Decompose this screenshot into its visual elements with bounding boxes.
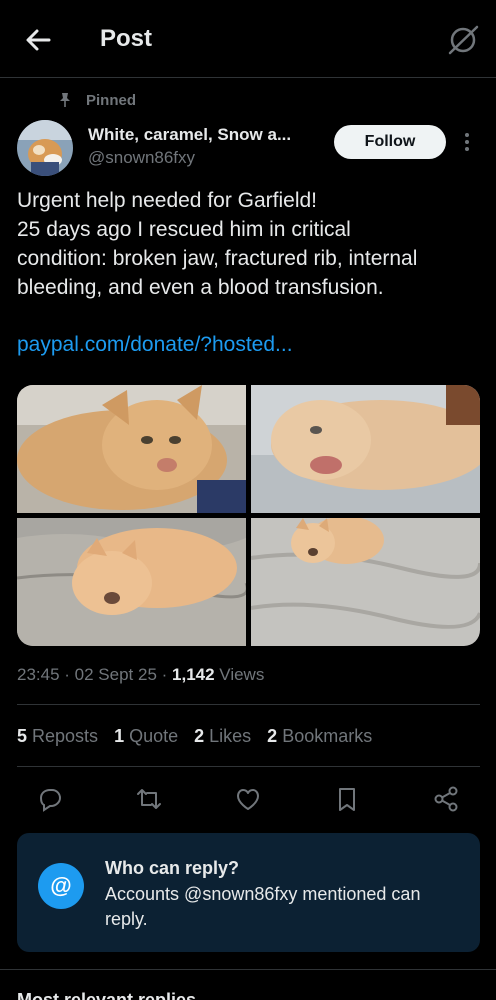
- quotes-stat[interactable]: 1 Quote: [114, 726, 178, 747]
- bookmarks-stat[interactable]: 2 Bookmarks: [267, 726, 372, 747]
- reply-restriction-body: Accounts @snown86fxy mentioned can reply…: [105, 884, 421, 929]
- avatar[interactable]: [17, 120, 73, 176]
- media-grid: [17, 385, 480, 646]
- donation-link[interactable]: paypal.com/donate/?hosted...: [17, 333, 293, 357]
- post-text-line: 25 days ago I rescued him in critical: [17, 218, 351, 241]
- reply-restriction-title: Who can reply?: [105, 858, 240, 878]
- media-photo-4[interactable]: [251, 518, 480, 646]
- arrow-left-icon[interactable]: [22, 24, 54, 56]
- reply-icon[interactable]: [35, 784, 65, 814]
- repost-icon[interactable]: [134, 784, 164, 814]
- more-options-icon[interactable]: [460, 130, 474, 154]
- likes-stat[interactable]: 2 Likes: [194, 726, 251, 747]
- replies-divider: [0, 969, 496, 970]
- share-icon[interactable]: [431, 784, 461, 814]
- page-title: Post: [100, 25, 153, 52]
- stats-divider: [17, 766, 480, 767]
- engagement-stats: 5 Reposts 1 Quote 2 Likes 2 Bookmarks: [17, 726, 388, 747]
- replies-sort-label[interactable]: Most relevant replies: [17, 990, 196, 1000]
- header-divider: [0, 77, 496, 78]
- media-photo-3[interactable]: [17, 518, 246, 646]
- top-bar: Post: [0, 0, 496, 78]
- post-date: 02 Sept 25: [74, 665, 157, 684]
- post-text: Urgent help needed for Garfield! 25 days…: [17, 186, 479, 302]
- reply-restriction-card: @ Who can reply? Accounts @snown86fxy me…: [17, 833, 480, 952]
- views-label: Views: [219, 665, 265, 684]
- pin-icon: [60, 93, 70, 107]
- mention-icon: @: [38, 863, 84, 909]
- pinned-label: Pinned: [86, 91, 137, 109]
- post-meta: 23:45 · 02 Sept 25 · 1,142 Views: [17, 665, 265, 684]
- like-icon[interactable]: [233, 784, 263, 814]
- grok-icon[interactable]: [446, 23, 480, 57]
- post-text-line: bleeding, and even a blood transfusion.: [17, 276, 384, 299]
- views-count: 1,142: [172, 665, 215, 684]
- media-photo-1[interactable]: [17, 385, 246, 513]
- bookmark-icon[interactable]: [332, 784, 362, 814]
- follow-button[interactable]: Follow: [334, 125, 446, 159]
- media-photo-2[interactable]: [251, 385, 480, 513]
- post-time: 23:45: [17, 665, 60, 684]
- meta-divider: [17, 704, 480, 705]
- post-text-line: condition: broken jaw, fractured rib, in…: [17, 247, 418, 270]
- pinned-indicator: Pinned: [58, 90, 136, 110]
- author-handle[interactable]: @snown86fxy: [88, 148, 195, 168]
- post-text-line: Urgent help needed for Garfield!: [17, 189, 318, 212]
- reposts-stat[interactable]: 5 Reposts: [17, 726, 98, 747]
- author-name[interactable]: White, caramel, Snow a...: [88, 125, 320, 145]
